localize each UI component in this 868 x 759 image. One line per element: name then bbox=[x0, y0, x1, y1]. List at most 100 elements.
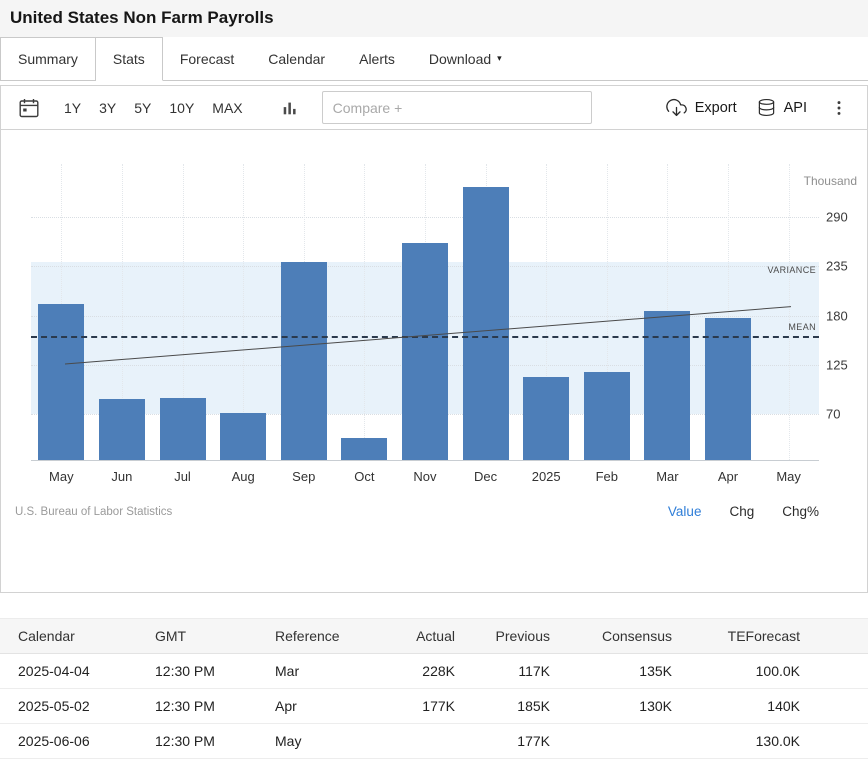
tab-summary[interactable]: Summary bbox=[0, 37, 96, 80]
releases-table: CalendarGMTReferenceActualPreviousConsen… bbox=[0, 618, 868, 759]
table-cell: 2025-06-06 bbox=[0, 724, 137, 759]
x-axis-label: Jun bbox=[92, 469, 153, 484]
x-axis-label: Dec bbox=[455, 469, 516, 484]
column-header-gmt: GMT bbox=[137, 619, 257, 654]
column-header-consensus: Consensus bbox=[550, 619, 672, 654]
x-axis-label: Apr bbox=[698, 469, 759, 484]
table-cell: 12:30 PM bbox=[137, 724, 257, 759]
table-cell: 130.0K bbox=[672, 724, 868, 759]
table-cell: 2025-05-02 bbox=[0, 689, 137, 724]
kebab-menu-icon bbox=[830, 99, 848, 117]
tab-forecast[interactable]: Forecast bbox=[163, 37, 251, 80]
table-row: 2025-05-0212:30 PMApr177K185K130K140K bbox=[0, 689, 868, 724]
tab-label: Forecast bbox=[180, 51, 234, 67]
x-axis-label: 2025 bbox=[516, 469, 577, 484]
table-cell: 140K bbox=[672, 689, 868, 724]
series-mode-links: Value Chg Chg% bbox=[668, 504, 819, 519]
x-axis-label: Sep bbox=[273, 469, 334, 484]
chart-footer: U.S. Bureau of Labor Statistics Value Chg… bbox=[15, 504, 819, 519]
x-axis-label: May bbox=[758, 469, 819, 484]
export-button[interactable]: Export bbox=[656, 91, 747, 124]
cloud-download-icon bbox=[666, 97, 687, 118]
table-cell: 100.0K bbox=[672, 654, 868, 689]
plot-area: 70125180235290VARIANCEMEAN bbox=[31, 164, 819, 461]
caret-down-icon: ▾ bbox=[497, 53, 502, 64]
tab-bar: Summary Stats Forecast Calendar Alerts Downlo… bbox=[0, 37, 868, 81]
range-selector: 1Y3Y5Y10YMAX bbox=[55, 94, 252, 122]
column-header-reference: Reference bbox=[257, 619, 387, 654]
table-cell: May bbox=[257, 724, 387, 759]
calendar-icon bbox=[18, 97, 40, 119]
table-cell: 2025-04-04 bbox=[0, 654, 137, 689]
tab-label: Download bbox=[429, 51, 491, 67]
y-tick-label: 235 bbox=[826, 259, 848, 274]
table-cell: 12:30 PM bbox=[137, 654, 257, 689]
y-tick-label: 180 bbox=[826, 308, 848, 323]
variance-label: VARIANCE bbox=[767, 265, 816, 275]
range-button-10y[interactable]: 10Y bbox=[160, 94, 203, 122]
link-chg[interactable]: Chg bbox=[729, 504, 754, 519]
chart-card: 1Y3Y5Y10YMAX Export bbox=[0, 85, 868, 593]
table-cell: 177K bbox=[387, 689, 455, 724]
data-source-label: U.S. Bureau of Labor Statistics bbox=[15, 506, 172, 518]
x-axis-labels: MayJunJulAugSepOctNovDec2025FebMarAprMay bbox=[31, 461, 819, 484]
database-icon bbox=[757, 98, 776, 117]
table-cell: Mar bbox=[257, 654, 387, 689]
x-axis-label: May bbox=[31, 469, 92, 484]
table-cell: 117K bbox=[455, 654, 550, 689]
table-cell: 177K bbox=[455, 724, 550, 759]
column-header-calendar: Calendar bbox=[0, 619, 137, 654]
page-title: United States Non Farm Payrolls bbox=[10, 8, 858, 28]
chart-toolbar: 1Y3Y5Y10YMAX Export bbox=[1, 86, 867, 130]
column-header-teforecast: TEForecast bbox=[672, 619, 868, 654]
tab-label: Summary bbox=[18, 51, 78, 67]
tab-alerts[interactable]: Alerts bbox=[342, 37, 412, 80]
api-label: API bbox=[784, 100, 807, 116]
table-row: 2025-06-0612:30 PMMay 177K 130.0K bbox=[0, 724, 868, 759]
range-button-5y[interactable]: 5Y bbox=[125, 94, 160, 122]
chart: Thousand 70125180235290VARIANCEMEAN MayJ… bbox=[1, 164, 867, 592]
table-cell: 228K bbox=[387, 654, 455, 689]
tab-label: Calendar bbox=[268, 51, 325, 67]
table-cell bbox=[550, 724, 672, 759]
column-header-previous: Previous bbox=[455, 619, 550, 654]
tab-label: Stats bbox=[113, 51, 145, 67]
table-cell: 130K bbox=[550, 689, 672, 724]
page-header: United States Non Farm Payrolls bbox=[0, 0, 868, 37]
api-button[interactable]: API bbox=[747, 92, 817, 123]
mean-label: MEAN bbox=[788, 322, 816, 332]
tab-download[interactable]: Download ▾ bbox=[412, 37, 519, 80]
range-button-max[interactable]: MAX bbox=[203, 94, 251, 122]
y-tick-label: 125 bbox=[826, 357, 848, 372]
x-axis-label: Aug bbox=[213, 469, 274, 484]
table-cell bbox=[387, 724, 455, 759]
y-tick-label: 70 bbox=[826, 407, 840, 422]
link-value[interactable]: Value bbox=[668, 504, 702, 519]
tab-label: Alerts bbox=[359, 51, 395, 67]
compare-input[interactable] bbox=[322, 91, 592, 124]
link-chgpct[interactable]: Chg% bbox=[782, 504, 819, 519]
y-tick-label: 290 bbox=[826, 209, 848, 224]
range-button-3y[interactable]: 3Y bbox=[90, 94, 125, 122]
table-header-row: CalendarGMTReferenceActualPreviousConsen… bbox=[0, 619, 868, 654]
table-cell: 185K bbox=[455, 689, 550, 724]
table-row: 2025-04-0412:30 PMMar228K117K135K100.0K bbox=[0, 654, 868, 689]
column-header-actual: Actual bbox=[387, 619, 455, 654]
x-axis-label: Nov bbox=[395, 469, 456, 484]
chart-type-button[interactable] bbox=[274, 92, 306, 124]
x-axis-label: Jul bbox=[152, 469, 213, 484]
tab-calendar[interactable]: Calendar bbox=[251, 37, 342, 80]
table-cell: 135K bbox=[550, 654, 672, 689]
range-button-1y[interactable]: 1Y bbox=[55, 94, 90, 122]
tab-stats[interactable]: Stats bbox=[96, 37, 163, 81]
export-label: Export bbox=[695, 100, 737, 116]
table-cell: Apr bbox=[257, 689, 387, 724]
more-options-button[interactable] bbox=[823, 92, 855, 124]
x-axis-label: Mar bbox=[637, 469, 698, 484]
trend-line bbox=[31, 164, 819, 460]
x-axis-label: Oct bbox=[334, 469, 395, 484]
x-axis-label: Feb bbox=[576, 469, 637, 484]
calendar-button[interactable] bbox=[13, 92, 45, 124]
bar-chart-icon bbox=[281, 99, 299, 117]
table-cell: 12:30 PM bbox=[137, 689, 257, 724]
